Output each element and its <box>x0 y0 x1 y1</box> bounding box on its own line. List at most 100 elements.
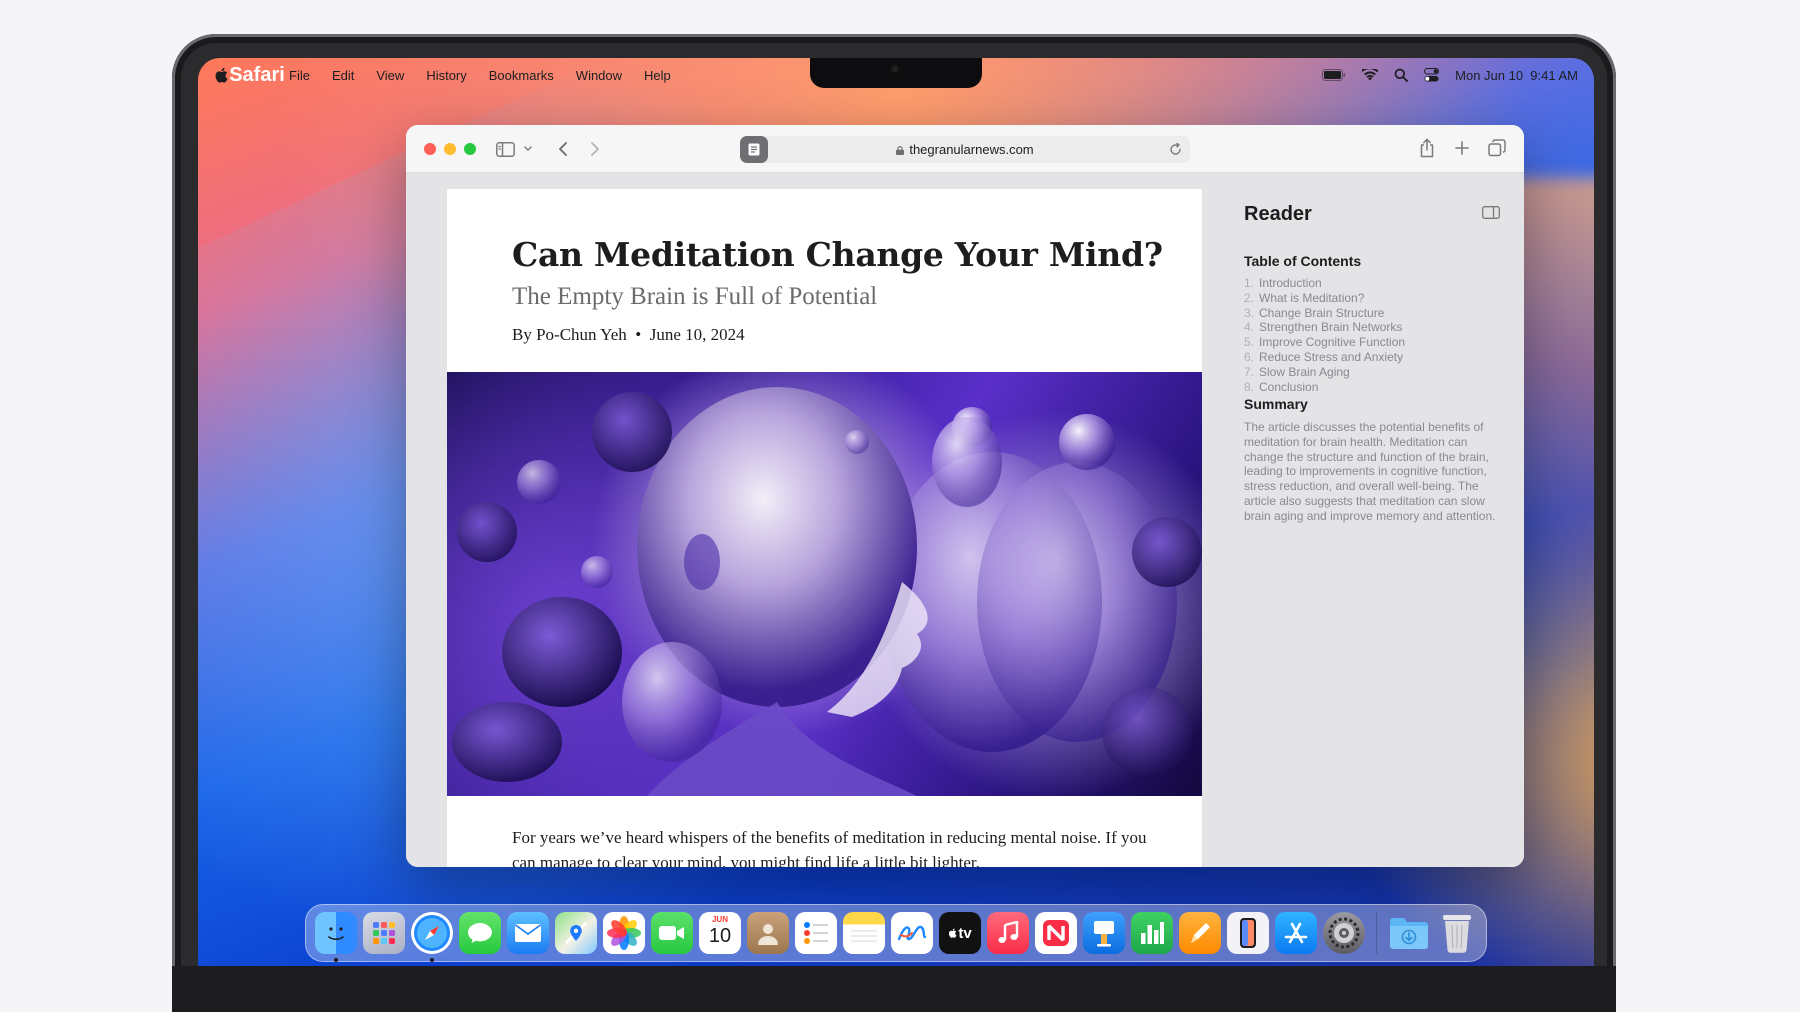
reader-sidebar: Reader Table of Contents 1. Introduction … <box>1244 189 1504 867</box>
toc-label: Introduction <box>1259 276 1322 290</box>
toc-label: Change Brain Structure <box>1259 305 1385 320</box>
pages-icon[interactable] <box>1179 912 1221 954</box>
calendar-day: 10 <box>708 925 732 947</box>
freeform-icon[interactable] <box>891 912 933 954</box>
numbers-icon[interactable] <box>1131 912 1173 954</box>
back-arrow-icon[interactable] <box>558 141 568 157</box>
toc-number: 8. <box>1244 379 1255 394</box>
lock-icon <box>896 146 905 155</box>
finder-icon[interactable] <box>315 912 357 962</box>
music-note-icon <box>998 921 1019 943</box>
apple-tv-icon[interactable]: tv <box>939 912 981 954</box>
article-subtitle: The Empty Brain is Full of Potential <box>512 283 878 310</box>
toc-number: 1. <box>1244 276 1255 290</box>
menu-clock[interactable]: Mon Jun 10 9:41 AM <box>1455 68 1578 83</box>
address-bar[interactable]: thegranularnews.com <box>740 136 1190 163</box>
notes-icon[interactable] <box>843 912 885 954</box>
summary-text: The article discusses the potential bene… <box>1244 420 1496 523</box>
running-indicator <box>430 958 434 962</box>
system-settings-icon[interactable] <box>1323 912 1365 954</box>
toc-item-strengthen-brain-networks[interactable]: 4. Strengthen Brain Networks <box>1244 320 1405 335</box>
menu-edit[interactable]: Edit <box>321 68 365 83</box>
sidebar-toggle-icon[interactable] <box>496 142 515 157</box>
running-indicator <box>334 958 338 962</box>
menu-bookmarks[interactable]: Bookmarks <box>478 68 565 83</box>
reminders-icon[interactable] <box>795 912 837 954</box>
person-silhouette-icon <box>758 924 778 945</box>
menu-app-name[interactable]: Safari <box>229 54 285 96</box>
battery-icon[interactable] <box>1322 69 1346 81</box>
safari-icon[interactable] <box>411 912 453 962</box>
toc-item-conclusion[interactable]: 8. Conclusion <box>1244 380 1405 395</box>
trash-icon[interactable] <box>1436 912 1478 954</box>
camera-notch <box>810 58 982 88</box>
toc-number: 5. <box>1244 335 1255 350</box>
menu-help[interactable]: Help <box>633 68 682 83</box>
menu-window[interactable]: Window <box>565 68 633 83</box>
menu-view[interactable]: View <box>365 68 415 83</box>
new-tab-plus-icon[interactable] <box>1455 141 1469 155</box>
mail-icon[interactable] <box>507 912 549 954</box>
iphone-mirroring-icon[interactable] <box>1227 912 1269 954</box>
news-n-icon <box>1043 920 1069 946</box>
apple-logo-icon <box>949 928 957 938</box>
keynote-icon[interactable] <box>1083 912 1125 954</box>
iphone-icon <box>1240 918 1256 948</box>
facetime-icon[interactable] <box>651 912 693 954</box>
article-page: Can Meditation Change Your Mind? The Emp… <box>447 189 1202 867</box>
tab-overview-icon[interactable] <box>1488 139 1506 157</box>
hide-sidebar-icon[interactable] <box>1482 206 1500 219</box>
article-body-text: For years we’ve heard whispers of the be… <box>512 828 1147 867</box>
minimize-window-button[interactable] <box>444 143 456 155</box>
chevron-down-icon[interactable] <box>524 146 532 152</box>
toc-item-reduce-stress[interactable]: 6. Reduce Stress and Anxiety <box>1244 350 1405 365</box>
table-of-contents: 1. Introduction 2. What is Meditation? 3. C… <box>1244 276 1405 394</box>
spotlight-search-icon[interactable] <box>1394 68 1409 82</box>
toc-item-slow-brain-aging[interactable]: 7. Slow Brain Aging <box>1244 365 1405 380</box>
toc-item-introduction[interactable]: 1. Introduction <box>1244 276 1405 291</box>
podium-icon <box>1094 921 1114 947</box>
toc-item-change-brain-structure[interactable]: 3. Change Brain Structure <box>1244 306 1405 321</box>
apple-menu-icon[interactable] <box>214 66 230 84</box>
messages-icon[interactable] <box>459 912 501 954</box>
pencil-icon <box>1191 923 1210 943</box>
downloads-folder-icon[interactable] <box>1388 912 1430 954</box>
folder-icon <box>1390 918 1428 949</box>
app-store-a-icon <box>1284 922 1308 944</box>
reader-title: Reader <box>1244 203 1312 225</box>
control-center-icon[interactable] <box>1424 68 1440 82</box>
wifi-icon[interactable] <box>1362 69 1379 81</box>
toc-number: 7. <box>1244 364 1255 379</box>
photos-icon[interactable] <box>603 912 645 954</box>
photos-flower-icon <box>607 916 641 950</box>
url-text: thegranularnews.com <box>909 142 1034 157</box>
toc-item-improve-cognitive-function[interactable]: 5. Improve Cognitive Function <box>1244 335 1405 350</box>
toc-label: What is Meditation? <box>1259 290 1365 305</box>
zoom-window-button[interactable] <box>464 143 476 155</box>
compass-icon <box>414 915 450 951</box>
reload-icon[interactable] <box>1169 143 1182 156</box>
dock: JUN 10 tv <box>305 904 1487 962</box>
news-icon[interactable] <box>1035 912 1077 954</box>
freeform-scribble-icon <box>897 925 927 941</box>
menu-history[interactable]: History <box>415 68 477 83</box>
share-icon[interactable] <box>1419 138 1435 158</box>
summary-heading: Summary <box>1244 396 1308 412</box>
checklist-icon <box>804 922 828 944</box>
forward-arrow-icon[interactable] <box>590 141 600 157</box>
safari-toolbar: thegranularnews.com <box>406 125 1524 173</box>
meditation-illustration <box>452 387 1202 796</box>
toc-label: Conclusion <box>1259 379 1319 394</box>
article-title: Can Meditation Change Your Mind? <box>512 235 1163 274</box>
calendar-icon[interactable]: JUN 10 <box>699 912 741 954</box>
toc-label: Strengthen Brain Networks <box>1259 320 1403 335</box>
launchpad-icon[interactable] <box>363 912 405 954</box>
maps-icon[interactable] <box>555 912 597 954</box>
toc-item-what-is-meditation[interactable]: 2. What is Meditation? <box>1244 291 1405 306</box>
speech-bubble-icon <box>468 923 492 943</box>
music-icon[interactable] <box>987 912 1029 954</box>
app-store-icon[interactable] <box>1275 912 1317 954</box>
article-hero-image <box>447 372 1202 796</box>
close-window-button[interactable] <box>424 143 436 155</box>
contacts-icon[interactable] <box>747 912 789 954</box>
